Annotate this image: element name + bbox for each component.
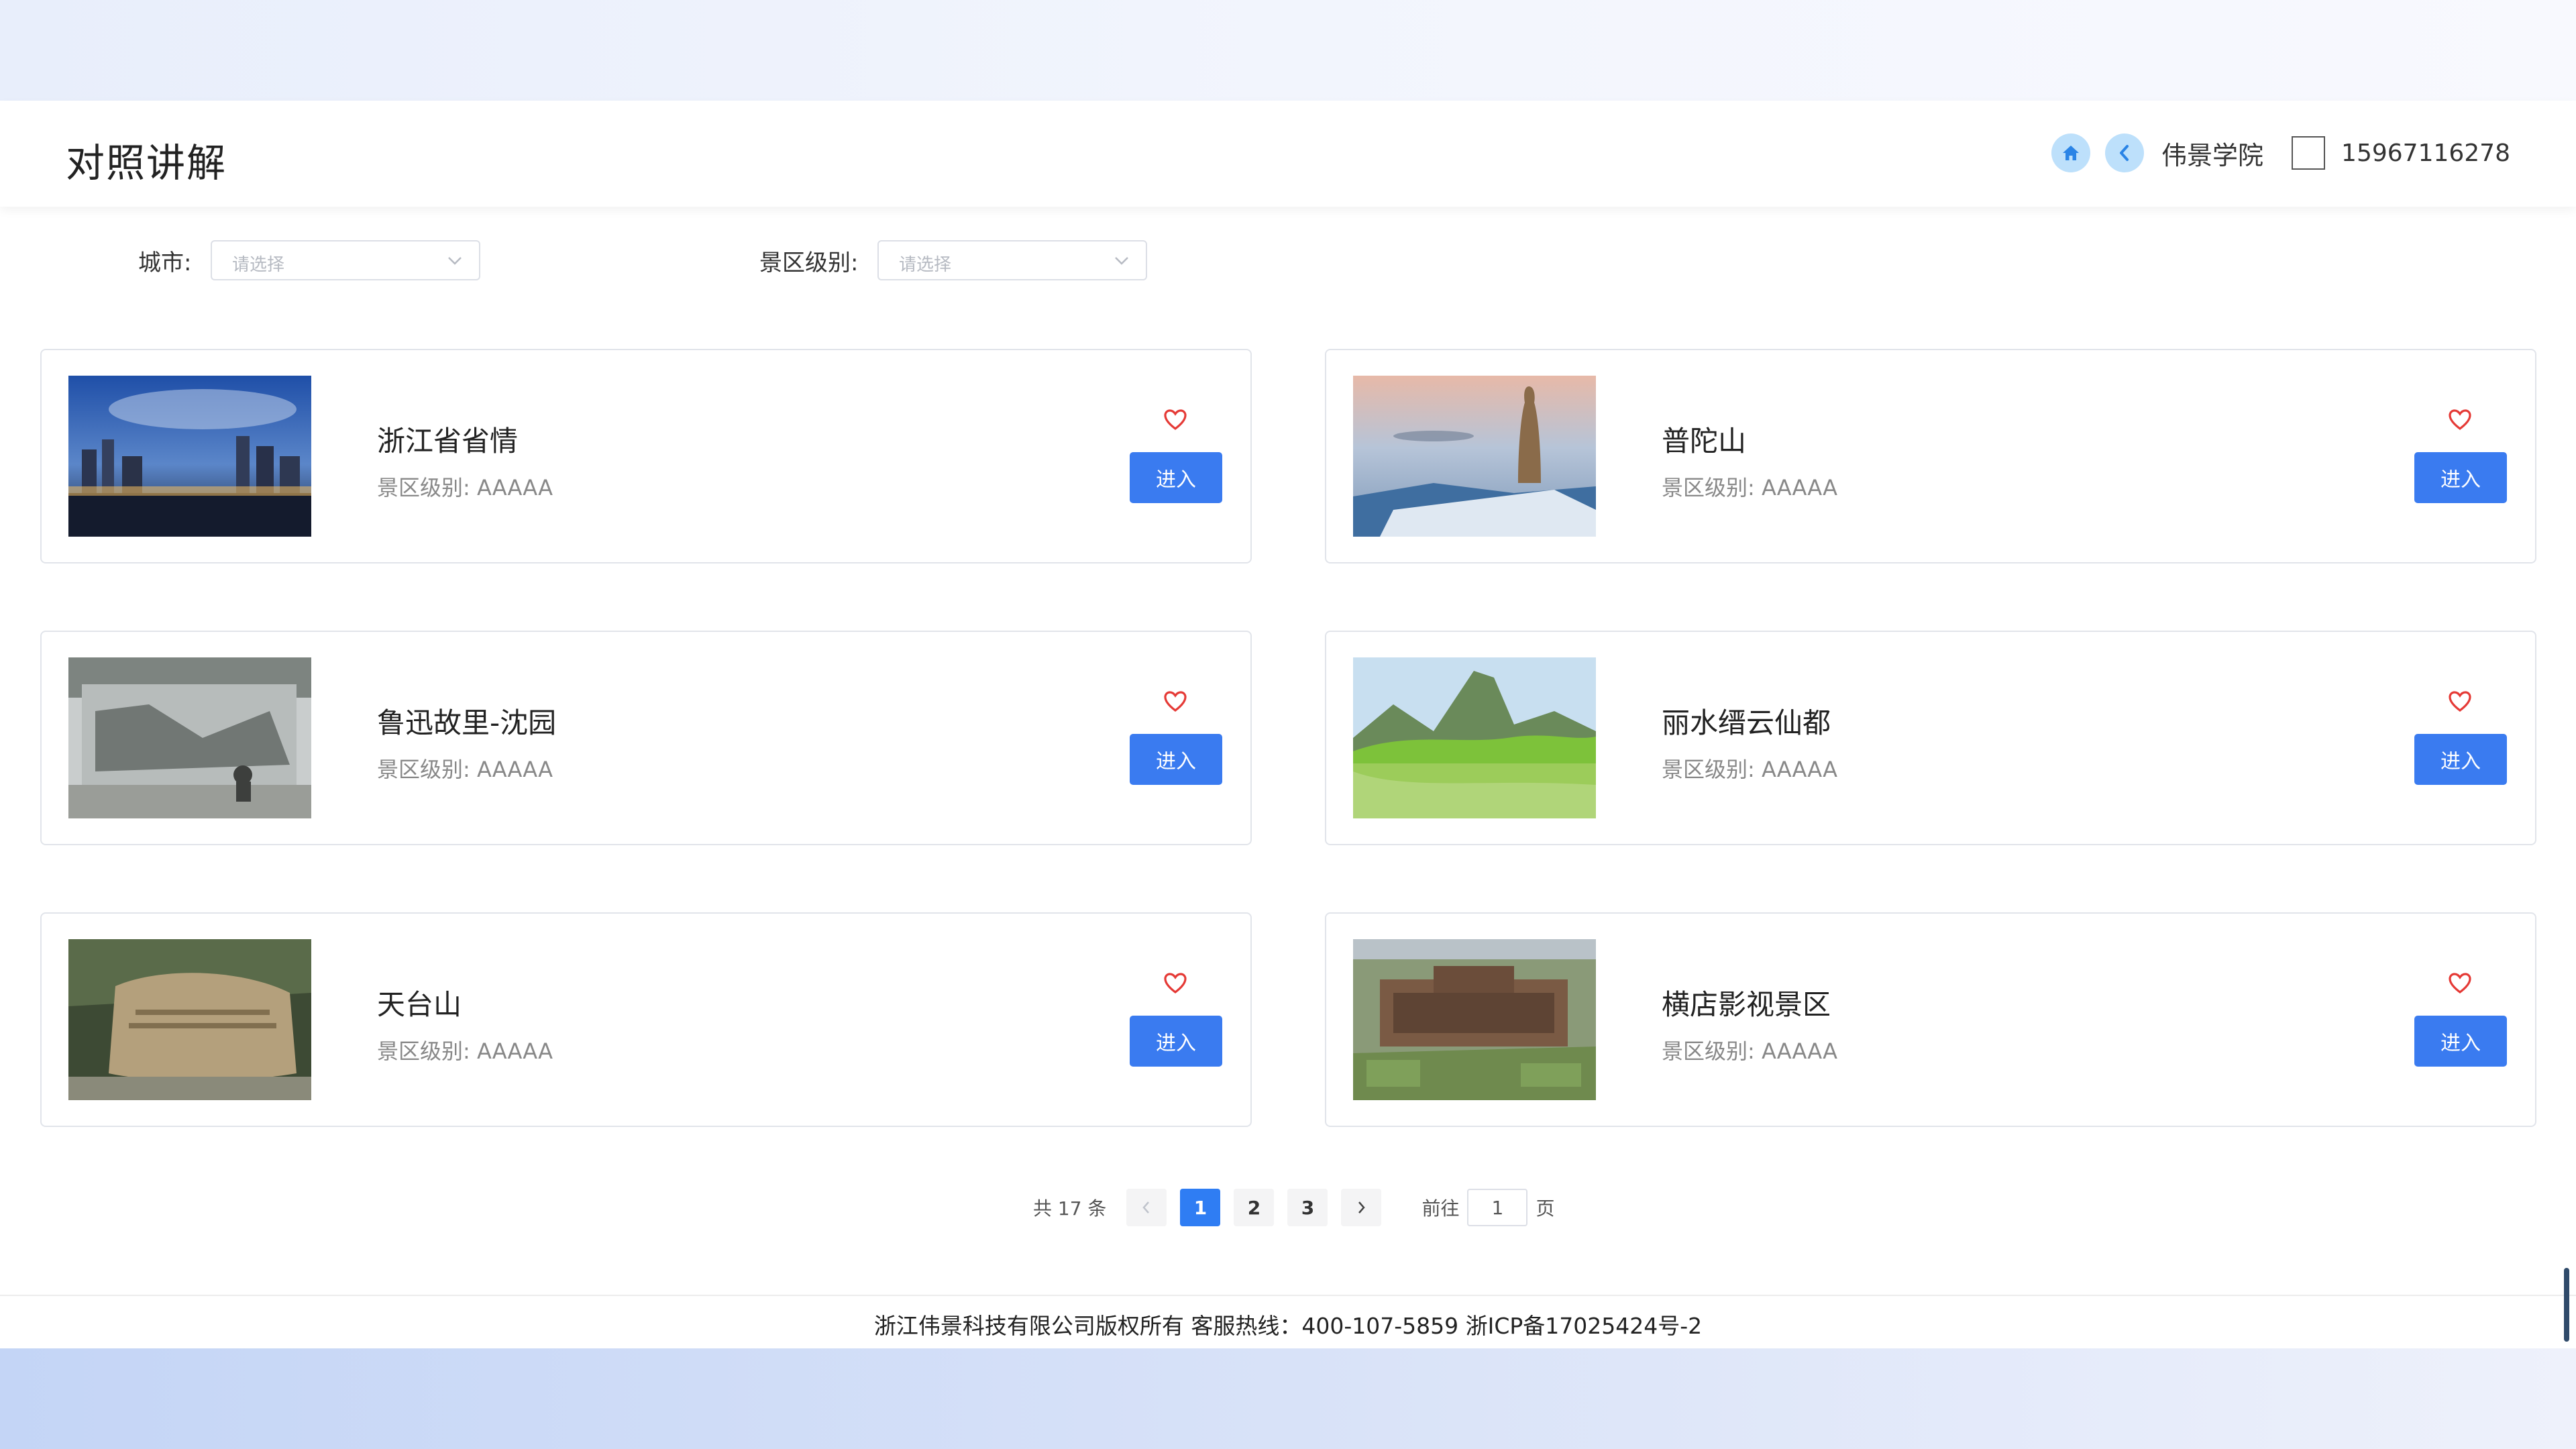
heart-icon[interactable] (2448, 691, 2472, 712)
scenic-card[interactable]: 鲁迅故里-沈园 景区级别: AAAAA 进入 (40, 631, 1252, 845)
user-phone[interactable]: 15967116278 (2341, 140, 2510, 167)
pagination-total: 共 17 条 (1033, 1197, 1107, 1220)
org-name[interactable]: 伟景学院 (2161, 135, 2263, 172)
heart-icon[interactable] (1163, 409, 1187, 431)
enter-button[interactable]: 进入 (1130, 1016, 1222, 1067)
pagination: 共 17 条 1 2 3 前往 1 页 (1033, 1187, 1554, 1228)
page-title: 对照讲解 (66, 140, 227, 186)
page-button-3[interactable]: 3 (1287, 1189, 1328, 1226)
next-page-button[interactable] (1341, 1189, 1382, 1226)
scenic-thumbnail (68, 376, 311, 537)
heart-icon[interactable] (2448, 409, 2472, 431)
header-actions: 伟景学院 15967116278 (2051, 131, 2510, 174)
home-icon (2063, 146, 2080, 160)
card-title: 天台山 (377, 988, 462, 1021)
enter-button[interactable]: 进入 (2414, 734, 2507, 785)
enter-button[interactable]: 进入 (1130, 452, 1222, 503)
heart-icon[interactable] (1163, 973, 1187, 994)
card-level: 景区级别: AAAAA (1662, 757, 1837, 782)
chevron-left-icon (2120, 145, 2129, 161)
back-button[interactable] (2105, 133, 2145, 172)
card-level: 景区级别: AAAAA (377, 757, 553, 782)
scenic-card[interactable]: 横店影视景区 景区级别: AAAAA 进入 (1325, 912, 2536, 1127)
chevron-left-icon (1142, 1201, 1150, 1214)
chevron-down-icon (448, 257, 462, 265)
scenic-thumbnail (1353, 939, 1596, 1100)
card-title: 普陀山 (1662, 425, 1747, 458)
heart-icon[interactable] (2448, 973, 2472, 994)
scenic-card[interactable]: 普陀山 景区级别: AAAAA 进入 (1325, 349, 2536, 564)
enter-button[interactable]: 进入 (2414, 1016, 2507, 1067)
page-header: 对照讲解 伟景学院 15967116278 (0, 101, 2576, 207)
city-filter-label: 城市: (138, 250, 192, 276)
avatar[interactable] (2292, 136, 2326, 170)
scenic-thumbnail (1353, 657, 1596, 818)
level-filter-label: 景区级别: (759, 250, 859, 276)
city-select[interactable]: 请选择 (211, 240, 480, 280)
scenic-card[interactable]: 浙江省省情 景区级别: AAAAA 进入 (40, 349, 1252, 564)
enter-button[interactable]: 进入 (1130, 734, 1222, 785)
footer-copyright: 浙江伟景科技有限公司版权所有 客服热线：400-107-5859 浙ICP备17… (873, 1313, 1703, 1339)
goto-page-input[interactable]: 1 (1467, 1189, 1528, 1226)
scenic-thumbnail (68, 939, 311, 1100)
card-level: 景区级别: AAAAA (1662, 475, 1837, 500)
home-button[interactable] (2051, 133, 2091, 172)
level-select[interactable]: 请选择 (877, 240, 1147, 280)
chevron-right-icon (1358, 1201, 1366, 1214)
city-select-placeholder: 请选择 (232, 255, 285, 275)
chevron-down-icon (1115, 257, 1128, 265)
card-level: 景区级别: AAAAA (377, 1038, 553, 1064)
page-button-2[interactable]: 2 (1234, 1189, 1275, 1226)
footer-divider (0, 1295, 2576, 1296)
page-word: 页 (1536, 1197, 1555, 1220)
scenic-thumbnail (1353, 376, 1596, 537)
goto-label: 前往 (1421, 1197, 1460, 1220)
level-select-placeholder: 请选择 (899, 255, 952, 275)
prev-page-button[interactable] (1126, 1189, 1167, 1226)
scenic-card[interactable]: 丽水缙云仙都 景区级别: AAAAA 进入 (1325, 631, 2536, 845)
enter-button[interactable]: 进入 (2414, 452, 2507, 503)
card-level: 景区级别: AAAAA (377, 475, 553, 500)
heart-icon[interactable] (1163, 691, 1187, 712)
scrollbar-thumb[interactable] (2564, 1268, 2569, 1342)
card-title: 横店影视景区 (1662, 988, 1831, 1021)
card-title: 浙江省省情 (377, 425, 519, 458)
card-title: 丽水缙云仙都 (1662, 706, 1831, 739)
top-background-band (0, 0, 2576, 101)
page-button-1[interactable]: 1 (1180, 1189, 1221, 1226)
scenic-thumbnail (68, 657, 311, 818)
card-title: 鲁迅故里-沈园 (377, 706, 557, 739)
bottom-background-band (0, 1348, 2576, 1449)
card-level: 景区级别: AAAAA (1662, 1038, 1837, 1064)
scenic-card[interactable]: 天台山 景区级别: AAAAA 进入 (40, 912, 1252, 1127)
